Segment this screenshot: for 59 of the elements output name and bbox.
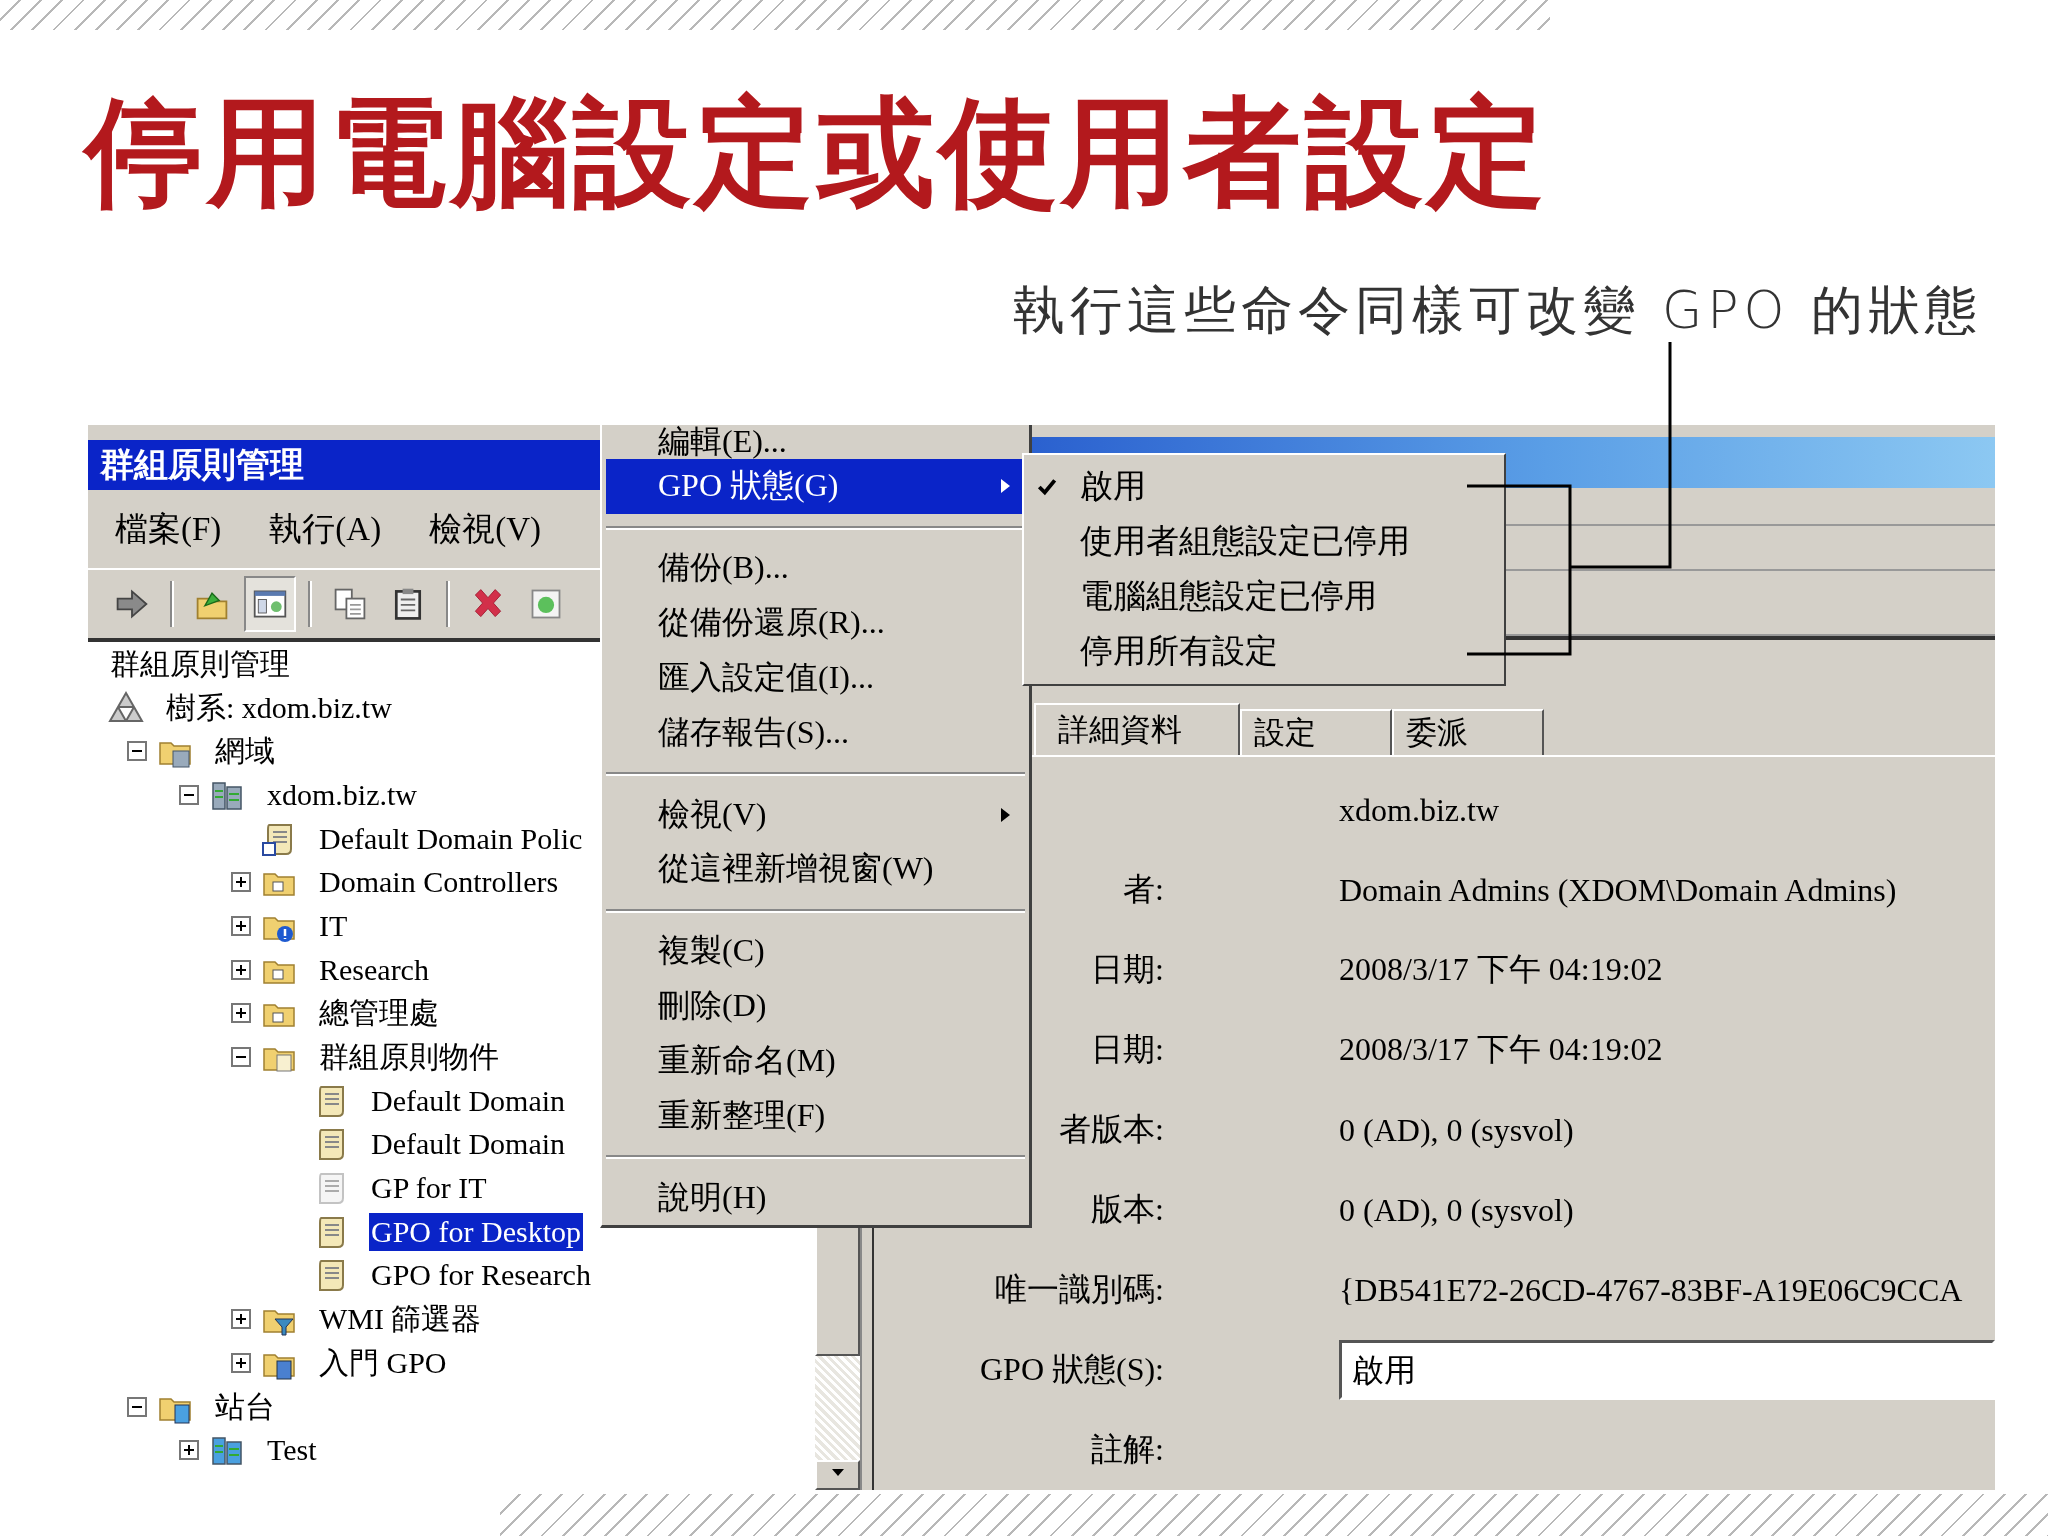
menu-item[interactable]: 啟用: [1024, 459, 1504, 514]
field-label: 者:: [1123, 871, 1164, 907]
field-value: 2008/3/17 下午 04:19:02: [1339, 1030, 1664, 1069]
menubar-item[interactable]: 檔案(F): [115, 506, 222, 552]
status-dropdown[interactable]: 啟用: [1339, 1340, 1995, 1400]
field-label: 日期:: [1091, 951, 1164, 987]
callout-text: 執行這些命令同樣可改變 GPO 的狀態: [1013, 282, 1982, 338]
tree-item[interactable]: 站台: [213, 1387, 277, 1426]
menu-item[interactable]: 檢視(V): [606, 787, 1025, 842]
tree-item[interactable]: 網域: [213, 732, 277, 771]
field-label: 者版本:: [1059, 1111, 1164, 1147]
menu-item[interactable]: 從這裡新增視窗(W): [606, 842, 1025, 897]
menu-item[interactable]: 說明(H): [606, 1170, 1025, 1225]
tree-item[interactable]: Default Domain: [369, 1125, 568, 1164]
tree-item[interactable]: 群組原則物件: [317, 1038, 501, 1077]
tree-item[interactable]: 總管理處: [317, 994, 441, 1033]
tree-item[interactable]: xdom.biz.tw: [265, 775, 419, 814]
menu-item[interactable]: 使用者組態設定已停用: [1024, 514, 1504, 569]
field-value: xdom.biz.tw: [1339, 791, 1500, 829]
tree-item[interactable]: Research: [317, 950, 431, 989]
field-value: 0 (AD), 0 (sysvol): [1339, 1191, 1575, 1229]
field-label: 註解:: [1091, 1431, 1164, 1467]
menu-item[interactable]: 刪除(D): [606, 978, 1025, 1034]
menu-item[interactable]: 重新命名(M): [606, 1033, 1025, 1089]
field-value: {DB541E72-26CD-4767-83BF-A19E06C9CCA: [1339, 1271, 1964, 1309]
field-value: Domain Admins (XDOM\Domain Admins): [1339, 871, 1898, 909]
field-label: 日期:: [1091, 1031, 1164, 1067]
menubar-item[interactable]: 執行(A): [269, 506, 382, 552]
tab[interactable]: 委派: [1392, 709, 1544, 755]
tree-item[interactable]: GPO for Desktop: [369, 1212, 583, 1251]
tab[interactable]: 詳細資料: [1034, 703, 1240, 755]
tree-item[interactable]: 樹系: xdom.biz.tw: [164, 688, 394, 727]
tree-item[interactable]: Domain Controllers: [317, 863, 561, 902]
menu-item[interactable]: 重新整理(F): [606, 1088, 1025, 1144]
menu-item[interactable]: 複製(C): [606, 923, 1025, 979]
menu-item[interactable]: 儲存報告(S)...: [606, 705, 1025, 761]
tree-item[interactable]: Default Domain Polic: [317, 819, 585, 858]
tree-item[interactable]: IT: [317, 906, 350, 945]
menu-item[interactable]: GPO 狀態(G): [606, 459, 1025, 514]
field-label: GPO 狀態(S):: [980, 1351, 1164, 1387]
menu-item[interactable]: 從備份還原(R)...: [606, 595, 1025, 651]
window-title: 群組原則管理: [100, 443, 304, 486]
menu-item[interactable]: 電腦組態設定已停用: [1024, 569, 1504, 624]
tree-item[interactable]: Test: [265, 1431, 319, 1470]
menu-item[interactable]: 編輯(E)...: [606, 425, 1025, 459]
menu-item[interactable]: 匯入設定值(I)...: [606, 650, 1025, 706]
menu-item[interactable]: 停用所有設定: [1024, 624, 1504, 679]
tree-item[interactable]: 群組原則管理: [108, 644, 292, 683]
field-value: 2008/3/17 下午 04:19:02: [1339, 950, 1664, 989]
field-label: 唯一識別碼:: [995, 1271, 1164, 1307]
tree-item[interactable]: Default Domain: [369, 1081, 568, 1120]
field-label: 版本:: [1091, 1191, 1164, 1227]
tree-item[interactable]: WMI 篩選器: [317, 1300, 484, 1339]
tab[interactable]: 設定: [1240, 709, 1392, 755]
menubar-item[interactable]: 檢視(V): [429, 506, 541, 552]
tree-item[interactable]: GPO for Research: [369, 1256, 593, 1295]
menu-item[interactable]: 備份(B)...: [606, 540, 1025, 596]
field-value: 0 (AD), 0 (sysvol): [1339, 1111, 1575, 1149]
tree-item[interactable]: 入門 GPO: [317, 1343, 449, 1382]
